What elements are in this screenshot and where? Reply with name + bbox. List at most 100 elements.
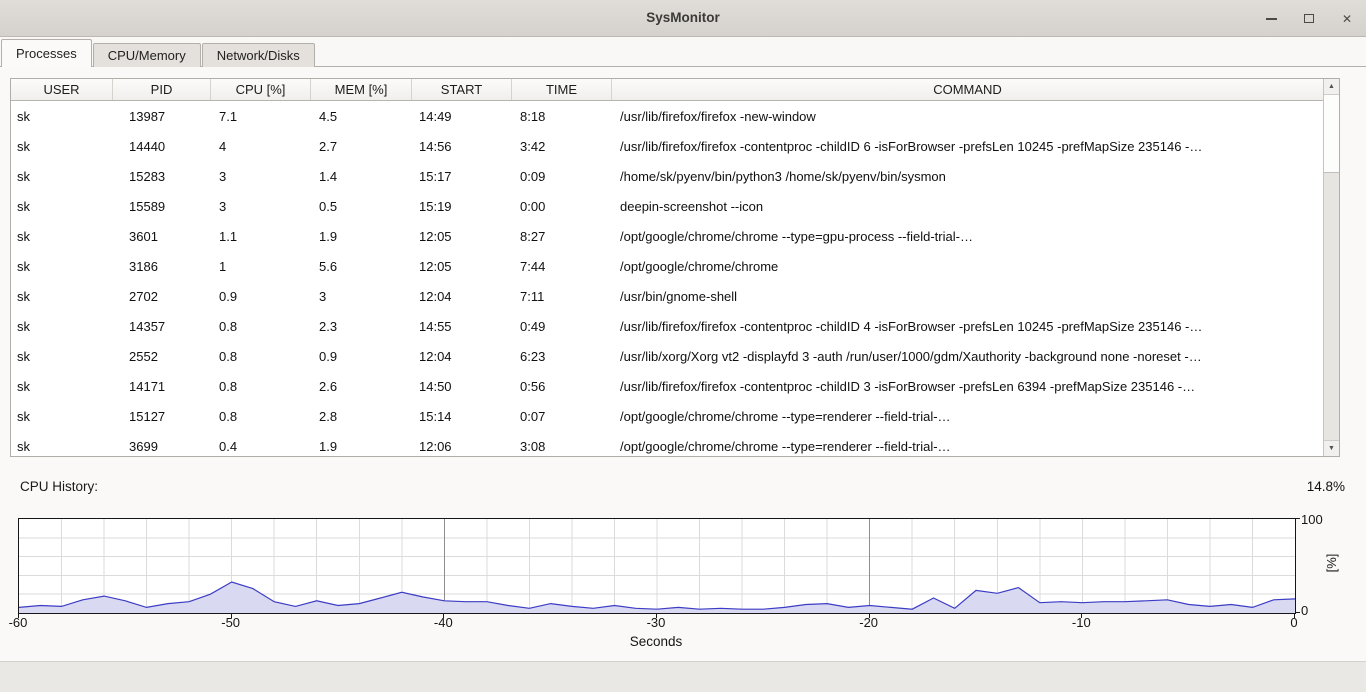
cell-pid: 2702 [113, 289, 211, 304]
x-tick-label: -10 [1063, 615, 1099, 630]
cell-user: sk [11, 199, 113, 214]
cell-cpu: 0.8 [211, 349, 311, 364]
x-tick-label: -50 [213, 615, 249, 630]
y-tick-0 [1296, 612, 1300, 613]
table-row[interactable]: sk1528331.415:170:09/home/sk/pyenv/bin/p… [11, 161, 1323, 191]
table-row[interactable]: sk318615.612:057:44/opt/google/chrome/ch… [11, 251, 1323, 281]
cell-mem: 1.4 [311, 169, 412, 184]
cell-command: /usr/lib/xorg/Xorg vt2 -displayfd 3 -aut… [612, 349, 1323, 364]
bottom-strip [0, 661, 1366, 692]
close-icon: ✕ [1342, 13, 1352, 25]
cell-time: 3:08 [512, 439, 612, 454]
y-axis-max-label: 100 [1301, 512, 1323, 527]
cell-mem: 0.9 [311, 349, 412, 364]
cell-pid: 3186 [113, 259, 211, 274]
titlebar: SysMonitor ✕ [0, 0, 1366, 37]
sysmonitor-window: SysMonitor ✕ Processes CPU/Memory Networ… [0, 0, 1366, 692]
cell-command: /usr/bin/gnome-shell [612, 289, 1323, 304]
tab-cpu-memory[interactable]: CPU/Memory [93, 43, 201, 67]
cell-cpu: 4 [211, 139, 311, 154]
scroll-down-button[interactable]: ▼ [1324, 440, 1339, 456]
cell-cpu: 3 [211, 169, 311, 184]
scroll-up-button[interactable]: ▲ [1324, 79, 1339, 95]
column-header-mem[interactable]: MEM [%] [311, 79, 412, 100]
cell-pid: 15127 [113, 409, 211, 424]
cell-cpu: 0.4 [211, 439, 311, 454]
table-row[interactable]: sk25520.80.912:046:23/usr/lib/xorg/Xorg … [11, 341, 1323, 371]
cell-start: 15:14 [412, 409, 512, 424]
cell-time: 0:49 [512, 319, 612, 334]
cell-user: sk [11, 289, 113, 304]
maximize-button[interactable] [1302, 12, 1316, 26]
cell-pid: 13987 [113, 109, 211, 124]
scrollbar-handle[interactable] [1324, 95, 1339, 173]
cell-command: /usr/lib/firefox/firefox -contentproc -c… [612, 379, 1323, 394]
arrow-up-icon: ▲ [1328, 83, 1335, 90]
minimize-button[interactable] [1264, 12, 1278, 26]
table-row[interactable]: sk36011.11.912:058:27/opt/google/chrome/… [11, 221, 1323, 251]
column-header-start[interactable]: START [412, 79, 512, 100]
window-title: SysMonitor [0, 0, 1366, 36]
cell-command: /usr/lib/firefox/firefox -contentproc -c… [612, 139, 1323, 154]
process-table: USER PID CPU [%] MEM [%] START TIME COMM… [10, 78, 1340, 457]
cell-mem: 3 [311, 289, 412, 304]
process-table-body: sk139877.14.514:498:18/usr/lib/firefox/f… [11, 101, 1323, 456]
table-row[interactable]: sk141710.82.614:500:56/usr/lib/firefox/f… [11, 371, 1323, 401]
cell-command: /opt/google/chrome/chrome --type=gpu-pro… [612, 229, 1323, 244]
table-row[interactable]: sk151270.82.815:140:07/opt/google/chrome… [11, 401, 1323, 431]
cell-command: /usr/lib/firefox/firefox -new-window [612, 109, 1323, 124]
tab-network-disks[interactable]: Network/Disks [202, 43, 315, 67]
cell-command: deepin-screenshot --icon [612, 199, 1323, 214]
column-header-command[interactable]: COMMAND [612, 79, 1323, 100]
cell-user: sk [11, 349, 113, 364]
table-row[interactable]: sk27020.9312:047:11/usr/bin/gnome-shell [11, 281, 1323, 311]
close-button[interactable]: ✕ [1340, 12, 1354, 26]
cell-time: 0:09 [512, 169, 612, 184]
cell-pid: 2552 [113, 349, 211, 364]
cell-user: sk [11, 409, 113, 424]
cell-mem: 4.5 [311, 109, 412, 124]
table-row[interactable]: sk143570.82.314:550:49/usr/lib/firefox/f… [11, 311, 1323, 341]
tab-bar: Processes CPU/Memory Network/Disks [1, 39, 316, 67]
cell-start: 12:04 [412, 289, 512, 304]
column-header-user[interactable]: USER [11, 79, 113, 100]
table-row[interactable]: sk1444042.714:563:42/usr/lib/firefox/fir… [11, 131, 1323, 161]
cpu-history-current-value: 14.8% [1307, 479, 1345, 494]
tab-processes[interactable]: Processes [1, 39, 92, 67]
cell-pid: 14357 [113, 319, 211, 334]
y-axis-title: [%] [1316, 548, 1346, 578]
scrollbar-track[interactable] [1324, 95, 1339, 440]
cell-mem: 2.3 [311, 319, 412, 334]
cell-cpu: 3 [211, 199, 311, 214]
cell-command: /opt/google/chrome/chrome --type=rendere… [612, 439, 1323, 454]
column-header-pid[interactable]: PID [113, 79, 211, 100]
cell-pid: 3699 [113, 439, 211, 454]
vertical-scrollbar[interactable]: ▲ ▼ [1323, 79, 1339, 456]
column-header-cpu[interactable]: CPU [%] [211, 79, 311, 100]
column-header-time[interactable]: TIME [512, 79, 612, 100]
cell-time: 0:00 [512, 199, 612, 214]
cell-start: 15:19 [412, 199, 512, 214]
cell-time: 8:27 [512, 229, 612, 244]
cell-user: sk [11, 109, 113, 124]
cell-mem: 2.6 [311, 379, 412, 394]
cell-start: 12:04 [412, 349, 512, 364]
table-row[interactable]: sk1558930.515:190:00deepin-screenshot --… [11, 191, 1323, 221]
cell-cpu: 0.9 [211, 289, 311, 304]
cell-cpu: 0.8 [211, 379, 311, 394]
cell-start: 14:50 [412, 379, 512, 394]
x-tick-label: -20 [851, 615, 887, 630]
cell-user: sk [11, 259, 113, 274]
cell-cpu: 0.8 [211, 319, 311, 334]
cell-user: sk [11, 229, 113, 244]
table-header: USER PID CPU [%] MEM [%] START TIME COMM… [11, 79, 1323, 101]
process-table-main: USER PID CPU [%] MEM [%] START TIME COMM… [11, 79, 1323, 456]
table-row[interactable]: sk36990.41.912:063:08/opt/google/chrome/… [11, 431, 1323, 456]
y-axis-min-label: 0 [1301, 603, 1308, 618]
table-row[interactable]: sk139877.14.514:498:18/usr/lib/firefox/f… [11, 101, 1323, 131]
cell-start: 12:05 [412, 229, 512, 244]
cell-time: 7:44 [512, 259, 612, 274]
cell-mem: 5.6 [311, 259, 412, 274]
cell-mem: 2.7 [311, 139, 412, 154]
cell-time: 0:56 [512, 379, 612, 394]
